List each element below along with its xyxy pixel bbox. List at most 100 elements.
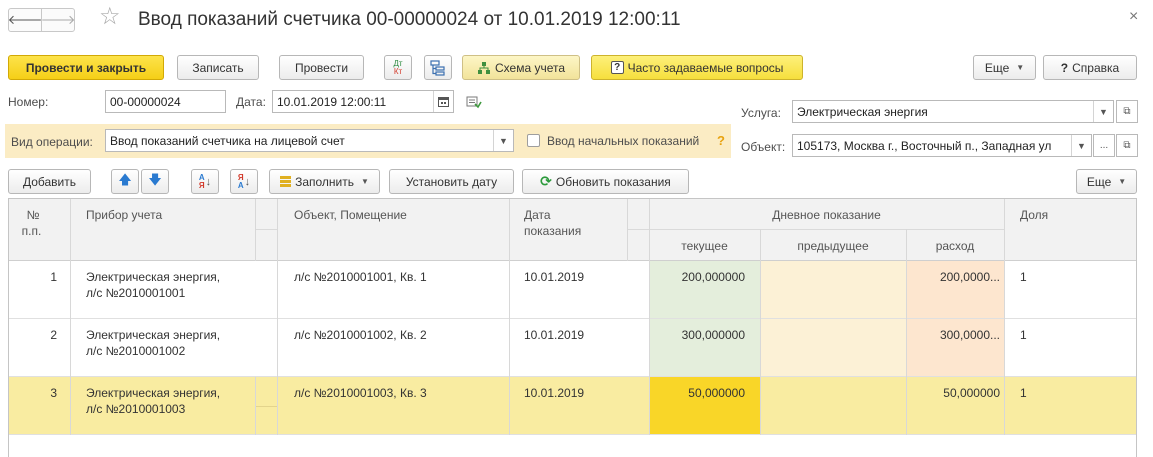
chevron-down-icon[interactable]: ▼ bbox=[1093, 101, 1113, 122]
row-object: л/с №2010001002, Кв. 2 bbox=[294, 328, 427, 342]
col-object-header[interactable]: Объект, Помещение bbox=[294, 207, 407, 223]
sort-descending-icon: Я А ↓ bbox=[237, 172, 251, 190]
chevron-down-icon[interactable]: ▼ bbox=[493, 130, 513, 151]
scheme-icon bbox=[477, 61, 490, 74]
refresh-readings-label: Обновить показания bbox=[555, 174, 671, 189]
col-num-header[interactable]: № п.п. bbox=[22, 207, 43, 239]
table-row[interactable]: 2 Электрическая энергия, л/с №2010001002… bbox=[9, 319, 1136, 377]
add-row-button[interactable]: Добавить bbox=[8, 169, 91, 194]
arrow-left-icon: 🡐 bbox=[7, 12, 43, 27]
post-button[interactable]: Провести bbox=[279, 55, 364, 80]
row-consumption: 300,0000... bbox=[939, 328, 1000, 342]
number-field[interactable]: 00-00000024 bbox=[105, 90, 226, 113]
col-divider bbox=[70, 199, 71, 435]
object-value: 105173, Москва г., Восточный п., Западна… bbox=[797, 138, 1052, 153]
refresh-icon: ⟳ bbox=[540, 173, 552, 189]
sort-desc-bottom-letter: А bbox=[237, 180, 244, 190]
table-header: № п.п. Прибор учета Объект, Помещение Да… bbox=[9, 199, 1136, 261]
row-device: Электрическая энергия, л/с №2010001002 bbox=[86, 327, 220, 359]
row-consumption: 50,000000 bbox=[943, 386, 1000, 400]
close-icon[interactable]: × bbox=[1129, 8, 1138, 26]
sort-ascending-button[interactable]: А Я ↓ bbox=[191, 169, 219, 194]
help-button[interactable]: ? Справка bbox=[1043, 55, 1137, 80]
faq-button[interactable]: ? Часто задаваемые вопросы bbox=[591, 55, 803, 80]
col-num-line1: № bbox=[26, 208, 40, 222]
col-divider bbox=[906, 229, 907, 435]
fill-button[interactable]: Заполнить ▼ bbox=[269, 169, 380, 194]
row-date: 10.01.2019 bbox=[524, 328, 585, 342]
help-question-icon: ? bbox=[1060, 60, 1069, 75]
open-object-button[interactable]: ⧉ bbox=[1116, 134, 1138, 157]
col-device-header[interactable]: Прибор учета bbox=[86, 207, 162, 223]
readings-table[interactable]: № п.п. Прибор учета Объект, Помещение Да… bbox=[8, 198, 1137, 457]
accounting-scheme-button[interactable]: Схема учета bbox=[462, 55, 580, 80]
col-share-header[interactable]: Доля bbox=[1020, 207, 1048, 223]
kt-label: Кт bbox=[393, 66, 403, 76]
help-label: Справка bbox=[1072, 60, 1120, 75]
service-value: Электрическая энергия bbox=[797, 104, 928, 119]
col-day-reading-header: Дневное показание bbox=[772, 208, 881, 222]
operation-select[interactable]: Ввод показаний счетчика на лицевой счет … bbox=[105, 129, 514, 152]
move-down-button[interactable]: 🡇 bbox=[141, 169, 169, 194]
row-device-line1: Электрическая энергия, bbox=[86, 328, 221, 342]
table-more-button[interactable]: Еще ▼ bbox=[1076, 169, 1137, 194]
set-date-button[interactable]: Установить дату bbox=[389, 169, 514, 194]
row-num: 1 bbox=[50, 270, 57, 284]
col-previous-header[interactable]: предыдущее bbox=[760, 238, 906, 254]
sort-ascending-icon: А Я ↓ bbox=[198, 172, 212, 190]
post-and-close-button[interactable]: Провести и закрыть bbox=[8, 55, 164, 80]
object-label: Объект: bbox=[741, 140, 786, 154]
forward-button[interactable]: 🡒 bbox=[41, 8, 75, 32]
chevron-down-icon: ▼ bbox=[1118, 177, 1127, 186]
row-consumption: 200,0000... bbox=[939, 270, 1000, 284]
arrow-up-icon: 🡅 bbox=[118, 171, 132, 187]
row-device-line1: Электрическая энергия, bbox=[86, 386, 221, 400]
row-current: 50,000000 bbox=[688, 386, 745, 400]
open-service-button[interactable]: ⧉ bbox=[1116, 100, 1138, 123]
row-share: 1 bbox=[1020, 328, 1027, 342]
row-num: 3 bbox=[50, 386, 57, 400]
object-select-button[interactable]: ... bbox=[1093, 134, 1115, 157]
save-button[interactable]: Записать bbox=[177, 55, 259, 80]
row-share: 1 bbox=[1020, 270, 1027, 284]
favorite-star-icon[interactable]: ☆ bbox=[99, 5, 121, 29]
initial-readings-label: Ввод начальных показаний bbox=[547, 134, 700, 148]
service-field[interactable]: Электрическая энергия ▼ bbox=[792, 100, 1114, 123]
row-device-line1: Электрическая энергия, bbox=[86, 270, 221, 284]
row-device: Электрическая энергия, л/с №2010001003 bbox=[86, 385, 220, 417]
row-device-line2: л/с №2010001001 bbox=[86, 286, 186, 300]
chevron-down-icon: ▼ bbox=[1016, 63, 1025, 72]
fill-icon bbox=[280, 176, 292, 187]
sort-asc-bottom-letter: Я bbox=[198, 180, 205, 190]
row-device-line2: л/с №2010001003 bbox=[86, 402, 186, 416]
chevron-down-icon[interactable]: ▼ bbox=[1071, 135, 1091, 156]
move-up-button[interactable]: 🡅 bbox=[111, 169, 139, 194]
refresh-readings-button[interactable]: ⟳ Обновить показания bbox=[522, 169, 689, 194]
more-actions-button[interactable]: Еще ▼ bbox=[973, 55, 1036, 80]
object-field[interactable]: 105173, Москва г., Восточный п., Западна… bbox=[792, 134, 1092, 157]
sort-descending-button[interactable]: Я А ↓ bbox=[230, 169, 258, 194]
col-date-header[interactable]: Дата показания bbox=[524, 207, 581, 239]
col-consumption-header[interactable]: расход bbox=[906, 238, 1004, 254]
question-icon: ? bbox=[610, 61, 624, 74]
row-object: л/с №2010001003, Кв. 3 bbox=[294, 386, 427, 400]
date-field[interactable]: 10.01.2019 12:00:11 bbox=[272, 90, 454, 113]
open-link-icon: ⧉ bbox=[1123, 140, 1131, 151]
table-row[interactable]: 1 Электрическая энергия, л/с №2010001001… bbox=[9, 261, 1136, 319]
col-date-line2: показания bbox=[524, 224, 582, 238]
dt-kt-report-button[interactable]: Дт Кт bbox=[384, 55, 412, 80]
date-label: Дата: bbox=[236, 95, 266, 109]
help-mark-icon[interactable]: ? bbox=[717, 133, 725, 148]
calendar-icon[interactable] bbox=[433, 91, 453, 112]
table-row-selected[interactable]: 3 Электрическая энергия, л/с №2010001003… bbox=[9, 377, 1136, 435]
arrow-right-icon: 🡒 bbox=[40, 12, 76, 27]
header-stub-divider bbox=[255, 229, 277, 230]
col-divider bbox=[255, 199, 256, 261]
structure-button[interactable] bbox=[424, 55, 452, 80]
back-button[interactable]: 🡐 bbox=[8, 8, 42, 32]
col-current-header[interactable]: текущее bbox=[649, 238, 760, 254]
initial-readings-checkbox[interactable] bbox=[527, 134, 540, 147]
col-divider bbox=[760, 229, 761, 435]
document-comment-icon[interactable] bbox=[466, 95, 482, 112]
date-value: 10.01.2019 12:00:11 bbox=[277, 94, 387, 109]
